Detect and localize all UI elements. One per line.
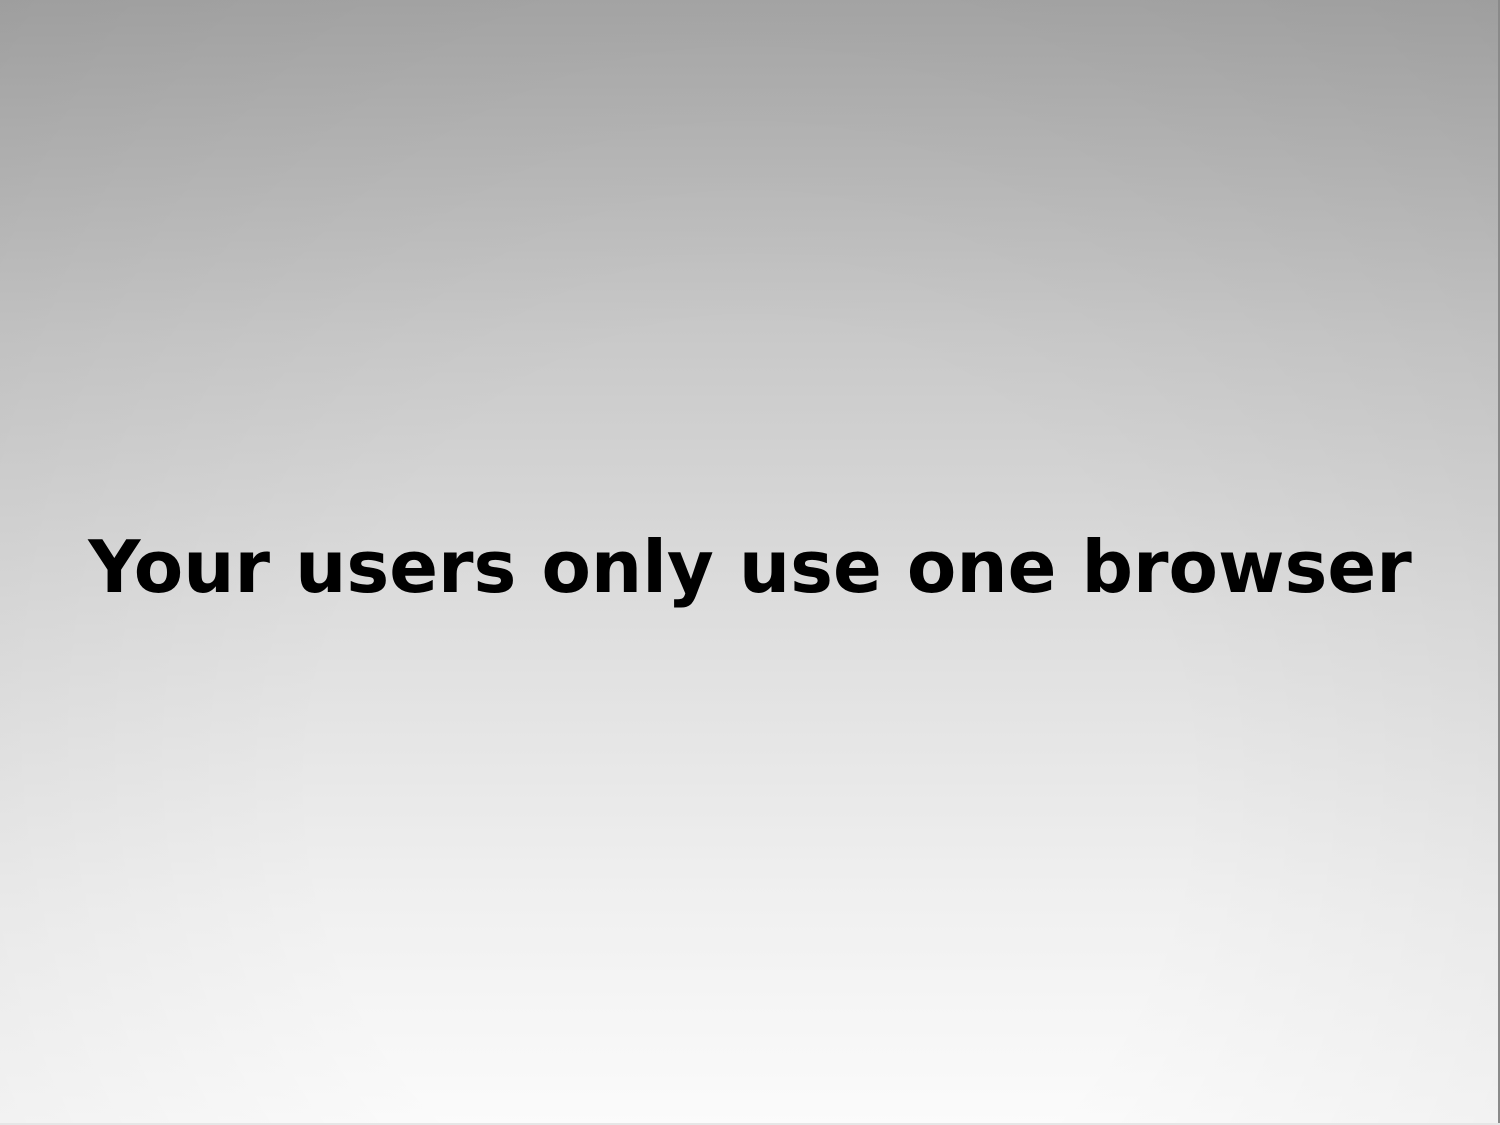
slide: Your users only use one browser xyxy=(0,0,1500,1125)
slide-headline: Your users only use one browser xyxy=(88,525,1412,609)
